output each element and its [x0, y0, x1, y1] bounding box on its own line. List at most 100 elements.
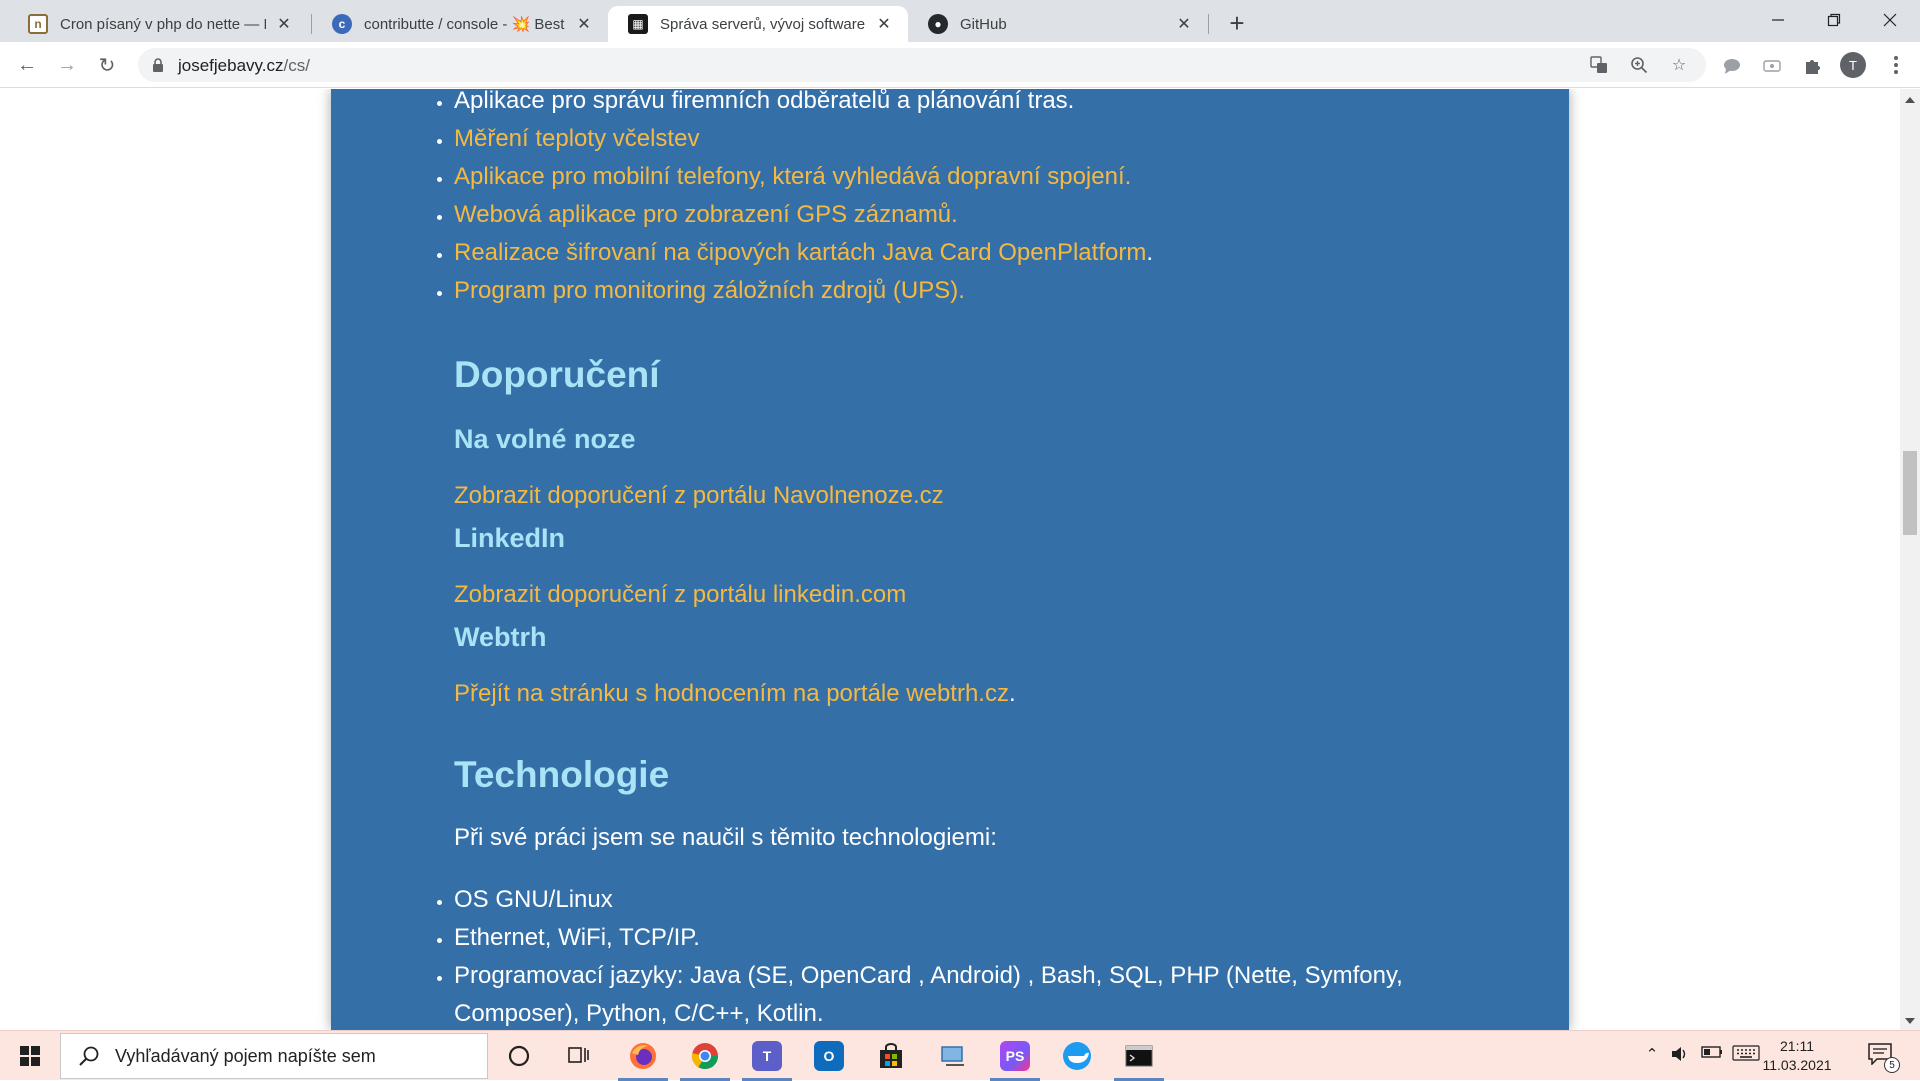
- puzzle-icon[interactable]: [1800, 54, 1824, 78]
- address-bar[interactable]: josefjebavy.cz/cs/ ☆: [138, 48, 1706, 82]
- forward-button[interactable]: →: [52, 50, 82, 80]
- firefox-button[interactable]: [614, 1031, 672, 1081]
- profile-avatar[interactable]: T: [1840, 52, 1866, 78]
- star-icon[interactable]: ☆: [1668, 54, 1690, 76]
- chrome-button[interactable]: [676, 1031, 734, 1081]
- nette-icon: n: [28, 14, 48, 34]
- url-path: /cs/: [283, 56, 310, 75]
- teams-button[interactable]: T: [738, 1031, 796, 1081]
- list-item: Měření teploty včelstev: [454, 120, 1153, 158]
- minimize-button[interactable]: [1750, 0, 1806, 40]
- back-button[interactable]: ←: [12, 50, 42, 80]
- list-item: Aplikace pro mobilní telefony, která vyh…: [454, 158, 1153, 196]
- battery-button[interactable]: [1700, 1045, 1724, 1059]
- show-hidden-icons-button[interactable]: ⌃: [1640, 1045, 1664, 1063]
- scroll-up-icon[interactable]: [1905, 97, 1915, 103]
- project-link[interactable]: Program pro monitoring záložních zdrojů …: [454, 277, 965, 304]
- outlook-icon: O: [814, 1041, 844, 1071]
- project-link[interactable]: Aplikace pro mobilní telefony, která vyh…: [454, 163, 1131, 190]
- contributte-icon: c: [332, 14, 352, 34]
- close-icon[interactable]: ✕: [1174, 14, 1194, 34]
- volume-icon: [1672, 1047, 1686, 1061]
- tab-3[interactable]: ● GitHub ✕: [908, 6, 1208, 42]
- project-link[interactable]: Webová aplikace pro zobrazení GPS záznam…: [454, 201, 958, 228]
- tab-2[interactable]: ▦ Správa serverů, vývoj software, lo ✕: [608, 6, 908, 42]
- teams-icon: T: [752, 1041, 782, 1071]
- notification-count-badge: 5: [1884, 1057, 1900, 1073]
- tab-title: GitHub: [960, 15, 1007, 33]
- tab-title: contributte / console - 💥 Best m: [364, 16, 566, 33]
- cortana-button[interactable]: [490, 1031, 548, 1081]
- recommendation-line: Přejít na stránku s hodnocením na portál…: [454, 680, 1016, 708]
- tab-separator: [1208, 14, 1209, 34]
- restore-icon: [1827, 13, 1841, 27]
- notification-center-button[interactable]: 5: [1868, 1043, 1900, 1073]
- recommendation-subheading: LinkedIn: [454, 523, 566, 553]
- github-icon: ●: [928, 14, 948, 34]
- terminal-button[interactable]: [1110, 1031, 1168, 1081]
- recommendations-heading: Doporučení: [454, 354, 660, 395]
- restore-button[interactable]: [1806, 0, 1862, 40]
- phpstorm-button[interactable]: PS: [986, 1031, 1044, 1081]
- recommendation-subheading: Webtrh: [454, 622, 547, 652]
- page-viewport: Aplikace pro správu firemních odběratelů…: [0, 89, 1900, 1030]
- tab-1[interactable]: c contributte / console - 💥 Best m ✕: [312, 6, 608, 42]
- list-item: Webová aplikace pro zobrazení GPS záznam…: [454, 196, 1153, 234]
- recommendation-line: Zobrazit doporučení z portálu linkedin.c…: [454, 581, 906, 609]
- list-item: OS GNU/Linux: [454, 881, 1454, 919]
- docker-icon: [1063, 1042, 1091, 1070]
- reload-button[interactable]: ↻: [92, 50, 122, 80]
- zoom-icon[interactable]: [1628, 54, 1650, 76]
- outlook-button[interactable]: O: [800, 1031, 858, 1081]
- recommendation-suffix: .: [1008, 680, 1016, 707]
- scrollbar-thumb[interactable]: [1903, 451, 1917, 535]
- extension-icon[interactable]: [1760, 54, 1784, 78]
- technologies-intro: Při své práci jsem se naučil s těmito te…: [454, 824, 997, 851]
- close-icon[interactable]: ✕: [574, 14, 594, 34]
- taskbar-search[interactable]: Vyhľadávaný pojem napíšte sem: [60, 1033, 488, 1079]
- project-link[interactable]: Realizace šifrovaní na čipových kartách …: [454, 239, 1146, 266]
- recommendation-subheading: Na volné noze: [454, 424, 636, 454]
- tab-0[interactable]: n Cron písaný v php do nette — Ne ✕: [8, 6, 308, 42]
- remote-desktop-button[interactable]: [924, 1031, 982, 1081]
- technologies-heading: Technologie: [454, 754, 670, 795]
- list-item: Program pro monitoring záložních zdrojů …: [454, 272, 1153, 310]
- search-placeholder: Vyhľadávaný pojem napíšte sem: [115, 1045, 376, 1066]
- project-text: Aplikace pro správu firemních odběratelů…: [454, 89, 1075, 114]
- menu-icon[interactable]: [1884, 52, 1908, 78]
- tab-title: Cron písaný v php do nette — Ne: [60, 15, 266, 33]
- recommendation-link[interactable]: Přejít na stránku s hodnocením na portál…: [454, 680, 1009, 707]
- page-scrollbar[interactable]: [1900, 89, 1920, 1030]
- task-view-button[interactable]: [550, 1031, 608, 1081]
- firefox-icon: [630, 1043, 656, 1069]
- chevron-up-icon: ⌃: [1645, 1046, 1659, 1063]
- keyboard-button[interactable]: [1732, 1045, 1760, 1061]
- windows-logo-icon: [20, 1046, 40, 1066]
- close-icon[interactable]: ✕: [274, 14, 294, 34]
- store-button[interactable]: [862, 1031, 920, 1081]
- scroll-down-icon[interactable]: [1905, 1018, 1915, 1024]
- close-window-button[interactable]: [1862, 0, 1918, 40]
- recommendation-link[interactable]: Zobrazit doporučení z portálu linkedin.c…: [454, 581, 906, 608]
- project-suffix: .: [1146, 239, 1153, 266]
- docker-button[interactable]: [1048, 1031, 1106, 1081]
- start-button[interactable]: [0, 1031, 60, 1081]
- recommendation-link[interactable]: Zobrazit doporučení z portálu Navolnenoz…: [454, 482, 944, 509]
- list-item: Ethernet, WiFi, TCP/IP.: [454, 919, 1454, 957]
- new-tab-button[interactable]: +: [1222, 8, 1252, 38]
- arrow-left-icon: ←: [17, 53, 37, 76]
- chat-extension-icon[interactable]: [1720, 54, 1744, 78]
- project-link[interactable]: Měření teploty včelstev: [454, 125, 699, 152]
- lock-icon: [153, 58, 163, 72]
- list-item: Realizace šifrovaní na čipových kartách …: [454, 234, 1153, 272]
- translate-icon[interactable]: [1588, 54, 1610, 76]
- content-panel: Aplikace pro správu firemních odběratelů…: [331, 89, 1569, 1030]
- volume-button[interactable]: [1668, 1045, 1692, 1063]
- taskbar-clock[interactable]: 21:11 11.03.2021: [1762, 1037, 1832, 1075]
- close-icon[interactable]: ✕: [874, 14, 894, 34]
- clock-time: 21:11: [1780, 1038, 1814, 1054]
- list-item: Programovací jazyky: Java (SE, OpenCard …: [454, 957, 1454, 1030]
- keyboard-icon: [1732, 1045, 1760, 1061]
- tab-title: Správa serverů, vývoj software, lo: [660, 15, 866, 33]
- clock-date: 11.03.2021: [1762, 1057, 1832, 1073]
